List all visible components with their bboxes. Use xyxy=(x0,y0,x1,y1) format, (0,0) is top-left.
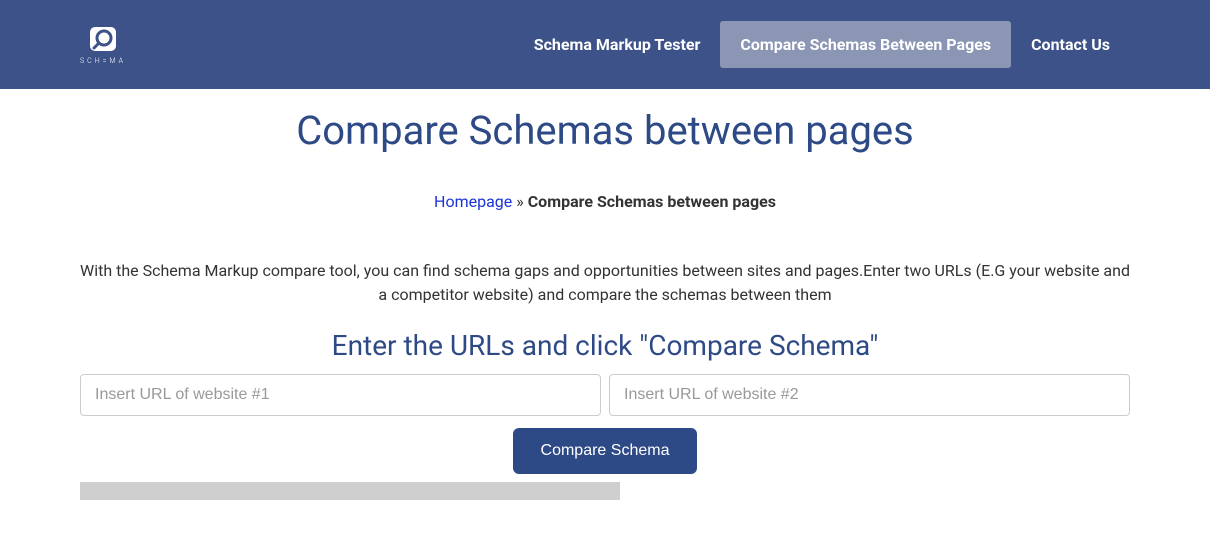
result-placeholder-bar xyxy=(80,482,620,500)
logo[interactable]: SCH=MA xyxy=(80,25,126,65)
nav-contact-us[interactable]: Contact Us xyxy=(1011,21,1130,68)
nav-schema-markup-tester[interactable]: Schema Markup Tester xyxy=(514,21,721,68)
url-input-1[interactable] xyxy=(80,374,601,416)
logo-icon xyxy=(88,25,118,53)
breadcrumb: Homepage » Compare Schemas between pages xyxy=(80,192,1130,211)
url-input-row xyxy=(80,374,1130,416)
main-nav: Schema Markup Tester Compare Schemas Bet… xyxy=(514,21,1130,68)
form-heading: Enter the URLs and click "Compare Schema… xyxy=(80,329,1130,362)
breadcrumb-current: Compare Schemas between pages xyxy=(528,192,776,211)
button-row: Compare Schema xyxy=(80,428,1130,474)
header: SCH=MA Schema Markup Tester Compare Sche… xyxy=(0,0,1210,89)
page-title: Compare Schemas between pages xyxy=(80,107,1130,154)
main-content: Compare Schemas between pages Homepage »… xyxy=(0,89,1210,500)
logo-text: SCH=MA xyxy=(80,57,126,65)
nav-compare-schemas[interactable]: Compare Schemas Between Pages xyxy=(720,21,1011,68)
compare-schema-button[interactable]: Compare Schema xyxy=(513,428,698,474)
breadcrumb-separator: » xyxy=(512,192,527,211)
url-input-2[interactable] xyxy=(609,374,1130,416)
page-description: With the Schema Markup compare tool, you… xyxy=(80,259,1130,307)
breadcrumb-home-link[interactable]: Homepage xyxy=(434,192,512,211)
